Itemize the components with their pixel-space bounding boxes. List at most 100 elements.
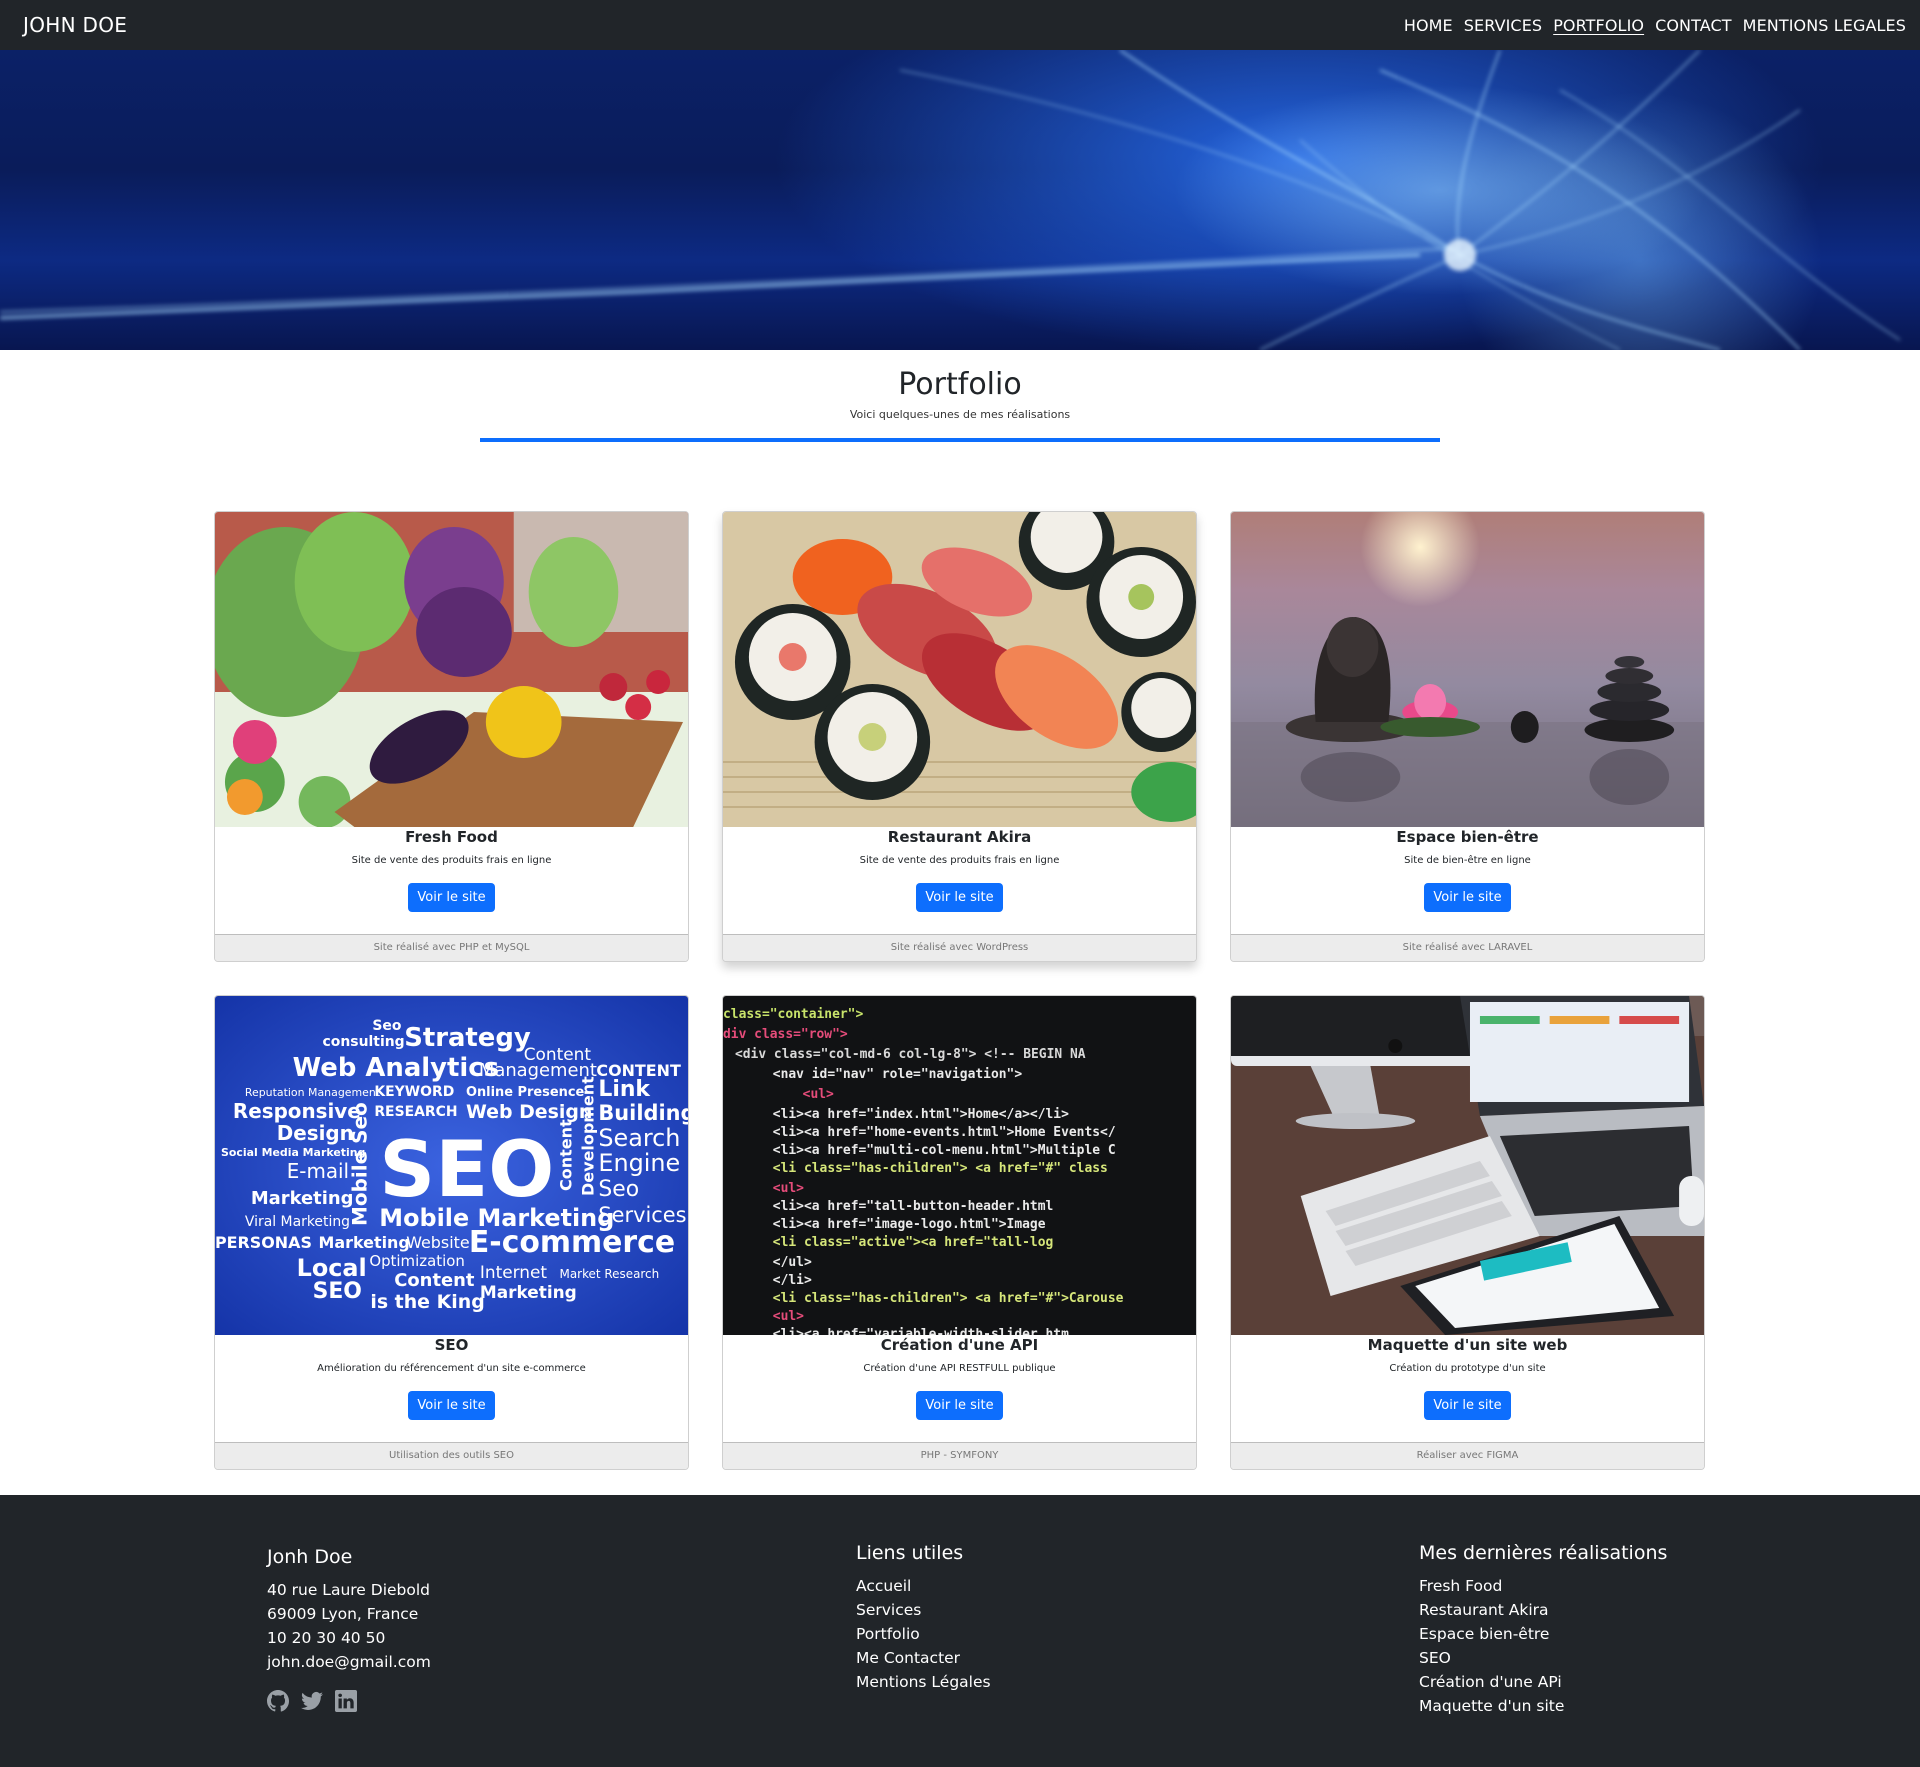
card-title: SEO	[434, 1336, 469, 1354]
card-body: Restaurant Akira Site de vente des produ…	[723, 827, 1196, 934]
card-footer: Site réalisé avec LARAVEL	[1231, 934, 1704, 961]
card-text: Amélioration du référencement d'un site …	[317, 1363, 586, 1374]
portfolio-card: class="container"> div class="row"> <div…	[722, 995, 1197, 1470]
view-site-button[interactable]: Voir le site	[1424, 883, 1511, 912]
seo-word: SEO	[379, 1125, 554, 1215]
footer-recent-maquette[interactable]: Maquette d'un site	[1419, 1694, 1667, 1718]
view-site-button[interactable]: Voir le site	[1424, 1391, 1511, 1420]
footer-link-accueil[interactable]: Accueil	[856, 1574, 991, 1598]
footer-recent-bien-etre[interactable]: Espace bien-être	[1419, 1622, 1667, 1646]
seo-word: Content	[557, 1119, 576, 1191]
code-line: <li><a href="tall-button-header.html	[773, 1199, 1054, 1214]
seo-word: Seo	[598, 1177, 639, 1202]
card-body: Fresh Food Site de vente des produits fr…	[215, 827, 688, 934]
code-line: <ul>	[773, 1181, 804, 1196]
portfolio-card: Espace bien-être Site de bien-être en li…	[1230, 511, 1705, 962]
card-body: Maquette d'un site web Création du proto…	[1231, 1335, 1704, 1442]
seo-word: Online Presence	[466, 1085, 585, 1100]
page-subtitle: Voici quelques-unes de mes réalisations	[849, 408, 1071, 421]
nav-contact[interactable]: CONTACT	[1655, 16, 1732, 35]
code-line: <li><a href="home-events.html">Home Even…	[773, 1125, 1116, 1140]
card-footer: Utilisation des outils SEO	[215, 1442, 688, 1469]
card-body: SEO Amélioration du référencement d'un s…	[215, 1335, 688, 1442]
seo-word: PERSONAS	[215, 1233, 312, 1252]
hero-light-streaks	[0, 50, 1901, 350]
view-site-button[interactable]: Voir le site	[408, 1391, 495, 1420]
card-title: Fresh Food	[405, 828, 498, 846]
footer-recent-work: Mes dernières réalisations Fresh Food Re…	[1419, 1542, 1667, 1718]
code-line: <li class="active"><a href="tall-log	[773, 1235, 1054, 1250]
card-footer: Site réalisé avec WordPress	[723, 934, 1196, 961]
view-site-button[interactable]: Voir le site	[916, 883, 1003, 912]
footer-recent-fresh-food[interactable]: Fresh Food	[1419, 1574, 1667, 1598]
code-line: <li><a href="variable-width-slider.htm	[773, 1327, 1069, 1335]
nav-portfolio[interactable]: PORTFOLIO	[1553, 16, 1644, 35]
portfolio-card: Seo consulting Strategy Content Web Anal…	[214, 995, 689, 1470]
seo-word: Marketing	[480, 1282, 577, 1302]
card-text: Site de bien-être en ligne	[1404, 855, 1531, 866]
nav-home[interactable]: HOME	[1404, 16, 1453, 35]
seo-word: SEO	[313, 1279, 362, 1304]
zen-stones-photo	[1231, 512, 1704, 827]
card-text: Site de vente des produits frais en lign…	[351, 855, 552, 866]
footer-link-portfolio[interactable]: Portfolio	[856, 1622, 991, 1646]
seo-word: Marketing	[319, 1233, 410, 1252]
seo-word: Local	[297, 1254, 367, 1282]
desk-devices-photo	[1231, 996, 1704, 1335]
seo-word: Website	[406, 1233, 469, 1252]
footer-contact-name: Jonh Doe	[267, 1546, 353, 1568]
footer-useful-links: Liens utiles Accueil Services Portfolio …	[856, 1542, 991, 1694]
seo-word: Link	[598, 1077, 650, 1102]
footer-recent-api[interactable]: Création d'une APi	[1419, 1670, 1667, 1694]
linkedin-icon[interactable]	[335, 1690, 357, 1712]
footer-links-title: Liens utiles	[856, 1542, 964, 1564]
nav-mentions-legales[interactable]: MENTIONS LEGALES	[1743, 16, 1906, 35]
twitter-icon[interactable]	[301, 1690, 323, 1712]
card-footer: Site réalisé avec PHP et MySQL	[215, 934, 688, 961]
code-screen-photo: class="container"> div class="row"> <div…	[723, 996, 1196, 1335]
footer-link-contact[interactable]: Me Contacter	[856, 1646, 991, 1670]
hero-banner	[0, 50, 1920, 350]
seo-word: Optimization	[369, 1252, 464, 1270]
card-body: Espace bien-être Site de bien-être en li…	[1231, 827, 1704, 934]
card-body: Création d'une API Création d'une API RE…	[723, 1335, 1196, 1442]
view-site-button[interactable]: Voir le site	[916, 1391, 1003, 1420]
seo-word: Viral Marketing	[245, 1214, 350, 1230]
seo-word: consulting	[323, 1034, 405, 1050]
seo-word: Responsive	[233, 1099, 361, 1123]
code-line: <li class="has-children"> <a href="#" cl…	[773, 1161, 1108, 1176]
site-footer: Jonh Doe 40 rue Laure Diebold 69009 Lyon…	[0, 1495, 1920, 1767]
code-line: <li><a href="index.html">Home</a></li>	[773, 1107, 1069, 1122]
page-title: Portfolio	[898, 367, 1022, 402]
vegetables-photo	[215, 512, 688, 827]
github-icon[interactable]	[267, 1690, 290, 1712]
code-line: </li>	[773, 1273, 812, 1288]
code-line: div class="row">	[723, 1027, 848, 1042]
seo-word: Market Research	[560, 1267, 660, 1281]
footer-link-services[interactable]: Services	[856, 1598, 991, 1622]
view-site-button[interactable]: Voir le site	[408, 883, 495, 912]
seo-word: Reputation Management	[245, 1086, 381, 1099]
footer-link-mentions[interactable]: Mentions Légales	[856, 1670, 991, 1694]
code-line: <li><a href="image-logo.html">Image	[773, 1217, 1046, 1232]
footer-phone: 10 20 30 40 50	[267, 1629, 386, 1647]
footer-recent-akira[interactable]: Restaurant Akira	[1419, 1598, 1667, 1622]
card-text: Site de vente des produits frais en lign…	[859, 855, 1060, 866]
seo-word: Internet	[480, 1262, 548, 1282]
seo-word: Seo	[372, 1018, 401, 1034]
footer-email[interactable]: john.doe@gmail.com	[267, 1650, 431, 1674]
code-line: <ul>	[773, 1309, 804, 1324]
seo-word: Strategy	[404, 1023, 531, 1053]
footer-contact: Jonh Doe 40 rue Laure Diebold 69009 Lyon…	[267, 1546, 431, 1712]
card-title: Espace bien-être	[1396, 828, 1539, 846]
portfolio-header: Portfolio Voici quelques-unes de mes réa…	[0, 350, 1920, 442]
code-line: <li class="has-children"> <a href="#">Ca…	[773, 1291, 1124, 1306]
nav-services[interactable]: SERVICES	[1464, 16, 1542, 35]
footer-recent-seo[interactable]: SEO	[1419, 1646, 1667, 1670]
footer-address-line1: 40 rue Laure Diebold	[267, 1581, 431, 1599]
portfolio-grid: Fresh Food Site de vente des produits fr…	[214, 511, 1706, 1470]
brand-logo[interactable]: JOHN DOE	[23, 13, 127, 37]
card-footer: PHP - SYMFONY	[723, 1442, 1196, 1469]
seo-word: Engine	[598, 1149, 680, 1177]
seo-word: is the King	[370, 1291, 484, 1313]
